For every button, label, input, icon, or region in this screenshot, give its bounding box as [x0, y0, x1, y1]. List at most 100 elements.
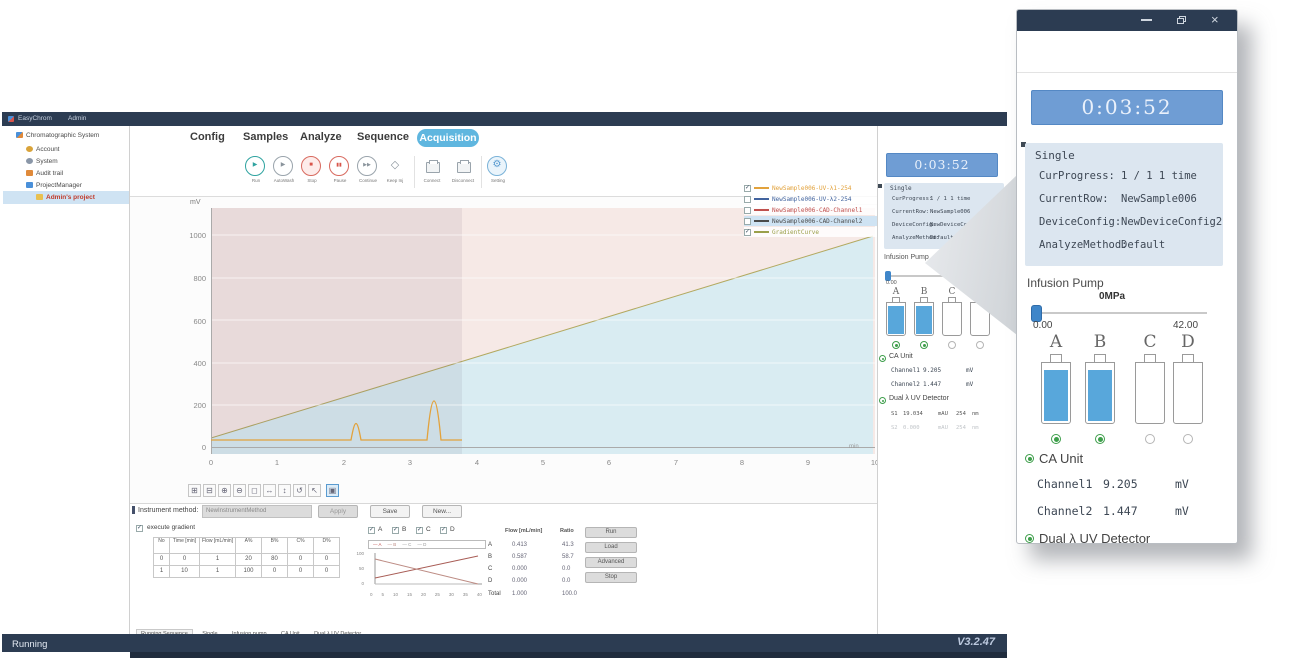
- gradient-cell[interactable]: 0: [288, 554, 314, 566]
- pan-vertical-tool[interactable]: ↕: [278, 484, 291, 497]
- connect-button[interactable]: [426, 160, 440, 178]
- channel-a-checkbox[interactable]: ✓: [368, 527, 375, 534]
- new-method-button[interactable]: New...: [422, 505, 462, 518]
- close-icon[interactable]: ×: [1211, 12, 1219, 27]
- gradient-cell[interactable]: 0: [314, 554, 340, 566]
- gradient-cell[interactable]: 1: [200, 554, 236, 566]
- pressure-min: 0.00: [886, 280, 897, 286]
- restore-icon[interactable]: [1177, 16, 1186, 24]
- bottle-d-neck: [1182, 354, 1194, 362]
- grid-tool[interactable]: ⊞: [188, 484, 201, 497]
- disconnect-button[interactable]: [457, 160, 471, 178]
- gradient-cell[interactable]: 100: [236, 566, 262, 578]
- pump-run-button[interactable]: Run: [585, 527, 637, 538]
- pump-advanced-button[interactable]: Advanced: [585, 557, 637, 568]
- bottle-b-status-indicator: [920, 341, 928, 349]
- chart-legend: ✓NewSample006-UV-λ1-254 NewSample006-UV-…: [744, 183, 878, 239]
- bottle-b-status-indicator: [1095, 434, 1105, 444]
- ca-unit-title-large: CA Unit: [1039, 451, 1083, 466]
- pan-horizontal-tool[interactable]: ↔: [263, 484, 276, 497]
- minimize-icon[interactable]: [1141, 19, 1152, 21]
- continue-button[interactable]: ▶▶: [357, 156, 377, 176]
- execute-gradient-label: execute gradient: [147, 524, 195, 531]
- menu-acquisition-active[interactable]: Acquisition: [417, 129, 479, 147]
- panel-collapse-handle[interactable]: [132, 506, 135, 514]
- disconnect-icon: [457, 162, 471, 173]
- popup-titlebar: ×: [1017, 10, 1237, 31]
- gradient-preview-chart: [368, 551, 486, 591]
- solvent-bottle-c: [1135, 362, 1165, 424]
- bottle-d-status-indicator: [1183, 434, 1193, 444]
- apply-button[interactable]: Apply: [318, 505, 358, 518]
- run-timer-large: 0:03:52: [1031, 90, 1223, 125]
- legend-checkbox-checked[interactable]: ✓: [744, 185, 751, 192]
- sidebar-item-system[interactable]: System: [26, 156, 58, 168]
- gradient-cell[interactable]: 80: [262, 554, 288, 566]
- zoom-out-tool[interactable]: ⊖: [233, 484, 246, 497]
- pump-stop-button[interactable]: Stop: [585, 572, 637, 583]
- legend-checkbox[interactable]: [744, 207, 751, 214]
- solvent-bottle-c: [942, 302, 962, 336]
- sidebar-item-chromatographic-system[interactable]: Chromatographic System: [16, 130, 99, 142]
- desktop: EasyChrom Admin Chromatographic System A…: [0, 0, 1293, 658]
- chromatographic-system-icon: [16, 132, 23, 138]
- grid-off-tool[interactable]: ⊟: [203, 484, 216, 497]
- zoom-in-tool[interactable]: ⊕: [218, 484, 231, 497]
- keep-inj-button[interactable]: ◇: [387, 158, 403, 174]
- legend-checkbox[interactable]: [744, 218, 751, 225]
- reset-view-tool[interactable]: ↺: [293, 484, 306, 497]
- mini-chart-legend-strip: — A — B — C — D: [368, 540, 486, 549]
- autowash-button[interactable]: ▶: [273, 156, 293, 176]
- gradient-cell[interactable]: 1: [154, 566, 170, 578]
- chromatogram-plot[interactable]: [211, 208, 875, 454]
- menu-samples[interactable]: Samples: [243, 131, 288, 143]
- menu-analyze[interactable]: Analyze: [300, 131, 342, 143]
- save-button[interactable]: Save: [370, 505, 410, 518]
- channel-c-checkbox[interactable]: ✓: [416, 527, 423, 534]
- sidebar-item-admins-project[interactable]: Admin's project: [36, 192, 95, 204]
- legend-checkbox-checked[interactable]: ✓: [744, 229, 751, 236]
- app-icon: [8, 116, 14, 122]
- gradient-cell[interactable]: 0: [154, 554, 170, 566]
- bottle-c-status-indicator: [948, 341, 956, 349]
- pan-tool[interactable]: ↖: [308, 484, 321, 497]
- bottle-a-fill: [1044, 370, 1068, 421]
- gradient-cell[interactable]: 0: [170, 554, 200, 566]
- execute-gradient-checkbox[interactable]: ✓: [136, 525, 143, 532]
- bottle-c-status-indicator: [1145, 434, 1155, 444]
- bottle-a-neck: [1050, 354, 1062, 362]
- sidebar-item-audit-trail[interactable]: Audit trail: [26, 168, 63, 180]
- legend-line-swatch: [754, 231, 769, 233]
- gradient-cell[interactable]: 10: [170, 566, 200, 578]
- gradient-cell[interactable]: 0: [262, 566, 288, 578]
- legend-row[interactable]: ✓NewSample006-UV-λ1-254: [744, 183, 878, 193]
- menu-config[interactable]: Config: [190, 131, 225, 143]
- run-button[interactable]: ▶: [245, 156, 265, 176]
- pause-button[interactable]: ▮▮: [329, 156, 349, 176]
- sidebar-item-account[interactable]: Account: [26, 144, 60, 156]
- gradient-cell[interactable]: 0: [288, 566, 314, 578]
- legend-row-selected[interactable]: NewSample006-CAD-Channel2: [744, 216, 878, 226]
- solvent-bottle-d: [1173, 362, 1203, 424]
- channel-d-checkbox[interactable]: ✓: [440, 527, 447, 534]
- channel-b-checkbox[interactable]: ✓: [392, 527, 399, 534]
- zoom-box-tool[interactable]: ◻: [248, 484, 261, 497]
- legend-row[interactable]: ✓GradientCurve: [744, 227, 878, 237]
- pressure-max-large: 42.00: [1173, 320, 1198, 331]
- menu-sequence[interactable]: Sequence: [357, 131, 409, 143]
- toolbar-separator: [481, 156, 482, 188]
- audit-trail-icon: [26, 170, 33, 176]
- pointer-tool-active[interactable]: ▣: [326, 484, 339, 497]
- gradient-cell[interactable]: 20: [236, 554, 262, 566]
- legend-row[interactable]: NewSample006-UV-λ2-254: [744, 194, 878, 204]
- pump-load-button[interactable]: Load: [585, 542, 637, 553]
- legend-checkbox[interactable]: [744, 196, 751, 203]
- gradient-cell[interactable]: 1: [200, 566, 236, 578]
- setting-button[interactable]: ⚙: [487, 156, 507, 176]
- legend-row[interactable]: NewSample006-CAD-Channel1: [744, 205, 878, 215]
- instrument-method-input[interactable]: NewInstrumentMethod: [202, 505, 312, 518]
- bottle-d-status-indicator: [976, 341, 984, 349]
- stop-button[interactable]: ■: [301, 156, 321, 176]
- project-manager-folder-icon: [26, 182, 33, 188]
- gradient-cell[interactable]: 0: [314, 566, 340, 578]
